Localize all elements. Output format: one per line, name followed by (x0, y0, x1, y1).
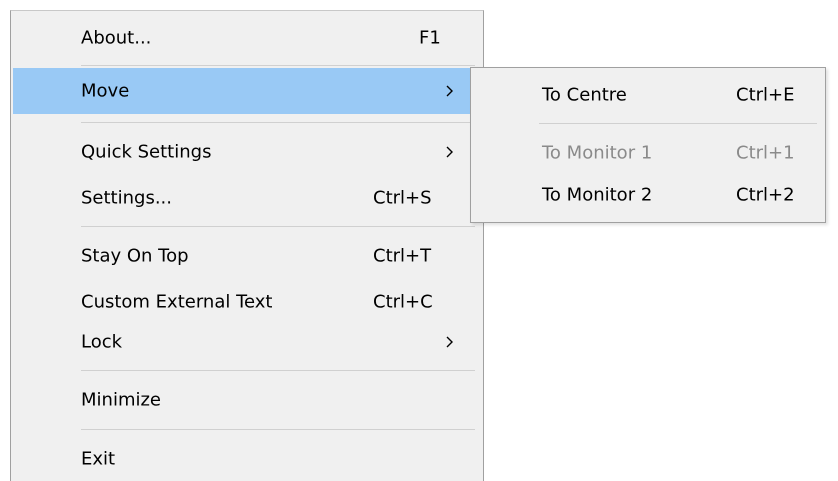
menu-item-label: Lock (81, 331, 123, 353)
submenu-item-to-monitor-2[interactable]: To Monitor 2 Ctrl+2 (472, 172, 824, 218)
menu-item-quick-settings[interactable]: Quick Settings (13, 129, 481, 175)
menu-separator (81, 65, 475, 66)
menu-item-shortcut: F1 (419, 27, 441, 49)
menu-separator (81, 226, 475, 227)
menu-item-label: Custom External Text (81, 291, 273, 313)
menu-item-label: Settings... (81, 187, 172, 209)
context-menu: About... F1 Move Quick Settings Settings… (10, 10, 484, 481)
menu-item-exit[interactable]: Exit (13, 436, 481, 481)
submenu-item-to-centre[interactable]: To Centre Ctrl+E (472, 72, 824, 118)
menu-item-label: Quick Settings (81, 141, 212, 163)
menu-item-label: Minimize (81, 389, 161, 411)
submenu-item-shortcut: Ctrl+1 (736, 142, 795, 164)
menu-item-shortcut: Ctrl+T (373, 245, 432, 267)
submenu-item-label: To Monitor 1 (542, 142, 653, 164)
menu-item-move[interactable]: Move (13, 68, 481, 114)
chevron-right-icon (446, 336, 453, 348)
chevron-right-icon (446, 146, 453, 158)
move-submenu: To Centre Ctrl+E To Monitor 1 Ctrl+1 To … (470, 67, 826, 223)
menu-item-lock[interactable]: Lock (13, 319, 481, 365)
submenu-item-label: To Centre (542, 84, 627, 106)
menu-item-shortcut: Ctrl+S (373, 187, 432, 209)
menu-separator (81, 429, 475, 430)
menu-separator (81, 370, 475, 371)
menu-item-minimize[interactable]: Minimize (13, 377, 481, 423)
chevron-right-icon (446, 85, 453, 97)
menu-item-settings[interactable]: Settings... Ctrl+S (13, 175, 481, 221)
menu-separator (81, 122, 475, 123)
submenu-item-label: To Monitor 2 (542, 184, 653, 206)
submenu-item-shortcut: Ctrl+2 (736, 184, 795, 206)
menu-item-stay-on-top[interactable]: Stay On Top Ctrl+T (13, 233, 481, 279)
submenu-item-shortcut: Ctrl+E (736, 84, 795, 106)
menu-item-shortcut: Ctrl+C (373, 291, 433, 313)
menu-item-label: Exit (81, 448, 116, 470)
screen: About... F1 Move Quick Settings Settings… (0, 0, 838, 481)
submenu-separator (539, 123, 817, 124)
submenu-item-to-monitor-1: To Monitor 1 Ctrl+1 (472, 130, 824, 176)
menu-item-label: Move (81, 80, 130, 102)
menu-item-about[interactable]: About... F1 (13, 15, 481, 61)
menu-item-label: About... (81, 27, 152, 49)
menu-item-label: Stay On Top (81, 245, 189, 267)
